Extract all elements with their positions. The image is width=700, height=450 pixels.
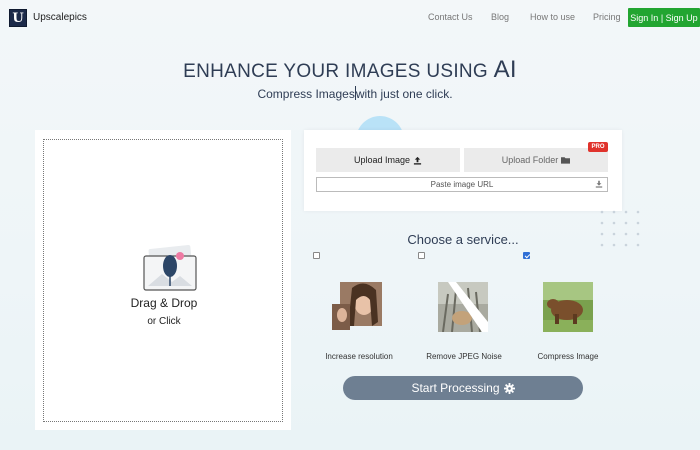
upload-panel: Upload Image Upload Folder PRO Paste ima… [304, 130, 622, 211]
checkbox-remove-jpeg-noise[interactable] [418, 252, 425, 259]
logo-icon[interactable]: U [9, 9, 27, 27]
service-label-remove-jpeg-noise: Remove JPEG Noise [426, 352, 502, 361]
checkbox-increase-resolution[interactable] [313, 252, 320, 259]
start-processing-button[interactable]: Start Processing [343, 376, 583, 400]
download-icon [595, 180, 603, 188]
nav-contact-us[interactable]: Contact Us [428, 12, 473, 22]
nav-blog[interactable]: Blog [491, 12, 509, 22]
upload-folder-button[interactable]: Upload Folder [464, 148, 608, 172]
page-title: ENHANCE YOUR IMAGES USING AI [0, 56, 700, 84]
upload-folder-label: Upload Folder [501, 155, 559, 165]
drop-subtitle: or Click [147, 316, 181, 327]
brand-name[interactable]: Upscalepics [33, 12, 87, 23]
top-header: U Upscalepics Contact Us Blog How to use… [0, 0, 700, 36]
paste-url-field[interactable]: Paste image URL [316, 177, 608, 192]
subtitle-right: with just one click. [355, 87, 453, 101]
service-label-increase-resolution: Increase resolution [325, 352, 393, 361]
page-title-main: ENHANCE YOUR IMAGES USING [183, 61, 494, 82]
checkbox-compress-image[interactable] [523, 252, 530, 259]
remove-jpeg-noise-image[interactable] [438, 282, 488, 332]
paste-url-label: Paste image URL [430, 180, 494, 189]
drop-title: Drag & Drop [130, 296, 198, 310]
upload-image-button[interactable]: Upload Image [316, 148, 460, 172]
nav-pricing[interactable]: Pricing [593, 12, 621, 22]
increase-resolution-image[interactable] [332, 282, 382, 330]
compress-image-image[interactable] [543, 282, 593, 332]
choose-service-title: Choose a service... [407, 232, 519, 247]
drop-zone[interactable]: Drag & Drop or Click [43, 139, 283, 422]
image-upload-icon [143, 244, 197, 291]
page-title-ai: AI [493, 56, 517, 83]
start-processing-label: Start Processing [411, 381, 500, 395]
folder-icon [561, 157, 571, 164]
upload-icon [413, 156, 422, 165]
drop-panel: Drag & Drop or Click [35, 130, 291, 430]
subtitle-left: Compress Images [257, 87, 355, 101]
page-subtitle: Compress Imageswith just one click. [0, 86, 700, 101]
gear-icon [503, 382, 515, 394]
service-label-compress-image: Compress Image [537, 352, 599, 361]
sign-in-button[interactable]: Sign In | Sign Up [628, 8, 700, 27]
upload-image-label: Upload Image [353, 155, 411, 165]
nav-how-to-use[interactable]: How to use [530, 12, 575, 22]
pro-badge: PRO [588, 142, 608, 152]
